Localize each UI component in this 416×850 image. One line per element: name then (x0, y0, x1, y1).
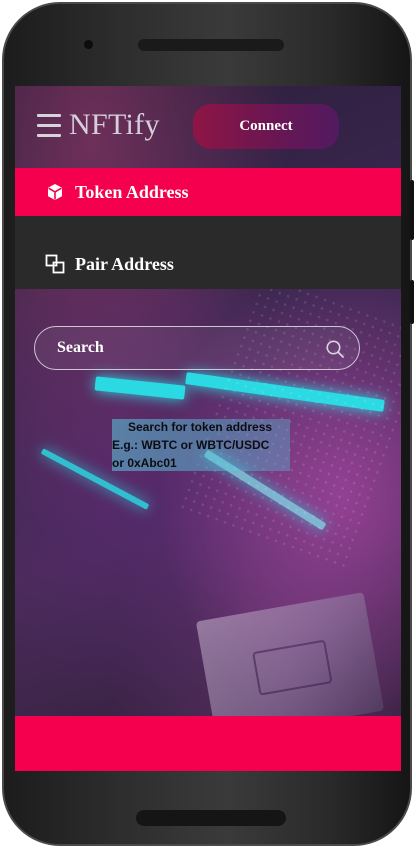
tab-token-address[interactable]: Token Address (15, 168, 401, 216)
hint-line-2: E.g.: WBTC or WBTC/USDC (112, 438, 270, 452)
search-hint: Search for token address E.g.: WBTC or W… (112, 418, 290, 472)
footer-bar (15, 716, 401, 771)
app-logo: NFTify (69, 108, 160, 141)
bottom-speaker (136, 810, 286, 826)
cube-icon (45, 182, 65, 202)
power-button (410, 280, 414, 324)
earpiece-speaker (138, 39, 284, 51)
pair-icon (45, 254, 65, 274)
app-header: NFTify Connect (15, 86, 401, 168)
search-input[interactable] (57, 337, 307, 359)
neon-streak (94, 376, 186, 400)
hint-line-1: Search for token address (128, 420, 273, 434)
connect-button[interactable]: Connect (193, 104, 339, 149)
front-camera (84, 40, 93, 49)
hamburger-menu-icon[interactable] (37, 112, 61, 140)
ticket-frame (252, 639, 333, 696)
tab-token-address-label: Token Address (75, 181, 189, 202)
tab-pair-address-label: Pair Address (75, 253, 174, 274)
search-icon[interactable] (325, 339, 345, 359)
volume-button (410, 180, 414, 240)
tab-pair-address[interactable]: Pair Address (15, 240, 401, 288)
search-box[interactable] (34, 326, 360, 370)
hint-line-3: or 0xAbc01 (112, 456, 177, 470)
app-screen: NFTify Connect Token Address Pair Addres… (15, 86, 401, 771)
